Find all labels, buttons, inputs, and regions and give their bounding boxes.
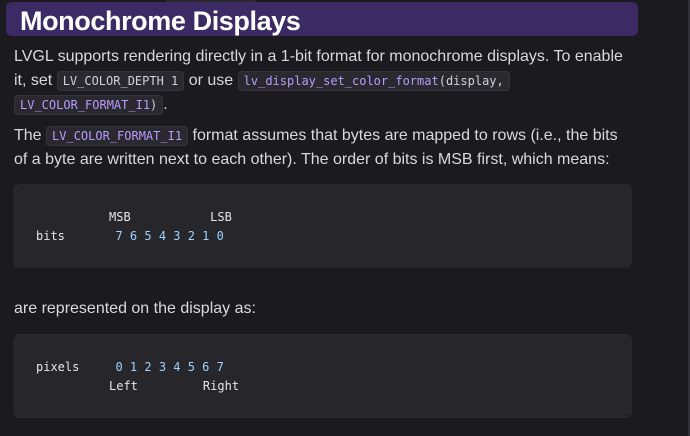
function-close: ) <box>150 98 158 112</box>
function-name: lv_display_set_color_format <box>243 74 439 88</box>
constant-name: LV_COLOR_FORMAT_I1 <box>20 98 151 112</box>
intro-line-2: it, set LV_COLOR_DEPTH 1 or use lv_displ… <box>14 69 623 93</box>
pixels-values: 0 1 2 3 4 5 6 7 <box>115 360 224 374</box>
intro-text-period: . <box>163 96 168 113</box>
intro-line-1: LVGL supports rendering directly in a 1-… <box>14 48 623 65</box>
bits-label: bits <box>36 229 65 243</box>
intro-text-or-use: or use <box>184 72 238 89</box>
inline-code-set-color-format[interactable]: lv_display_set_color_format(display, <box>237 71 510 91</box>
format-line-2: of a byte are written next to each other… <box>14 151 610 168</box>
intro-paragraph: LVGL supports rendering directly in a 1-… <box>14 45 623 117</box>
page-title: Monochrome Displays <box>20 6 301 36</box>
format-paragraph: The LV_COLOR_FORMAT_I1 format assumes th… <box>14 124 618 172</box>
intro-text-set: it, set <box>14 72 57 89</box>
bits-row: bits 7 6 5 4 3 2 1 0 <box>36 229 224 243</box>
code-block-bits: MSB LSB bits 7 6 5 4 3 2 1 0 <box>13 184 632 268</box>
code-block-pixels: pixels 0 1 2 3 4 5 6 7 Left Right <box>13 334 632 418</box>
intro-line-3: LV_COLOR_FORMAT_I1). <box>14 93 623 117</box>
format-line-1: The LV_COLOR_FORMAT_I1 format assumes th… <box>14 124 618 148</box>
msb-lsb-header: MSB LSB <box>109 210 232 224</box>
section-heading-banner: Monochrome Displays <box>6 2 638 36</box>
pixels-label: pixels <box>36 360 80 374</box>
inline-code-color-depth: LV_COLOR_DEPTH 1 <box>56 71 185 91</box>
inline-code-format-i1-link[interactable]: LV_COLOR_FORMAT_I1) <box>14 95 164 115</box>
inline-code-format-i1[interactable]: LV_COLOR_FORMAT_I1 <box>46 126 189 146</box>
display-paragraph: are represented on the display as: <box>14 300 256 317</box>
format-text-the: The <box>14 127 47 144</box>
format-text-rest: format assumes that bytes are mapped to … <box>188 127 618 144</box>
bits-values: 7 6 5 4 3 2 1 0 <box>115 229 224 243</box>
pixels-row: pixels 0 1 2 3 4 5 6 7 <box>36 360 224 374</box>
left-right-footer: Left Right <box>109 379 240 393</box>
function-args: (display, <box>438 74 504 88</box>
